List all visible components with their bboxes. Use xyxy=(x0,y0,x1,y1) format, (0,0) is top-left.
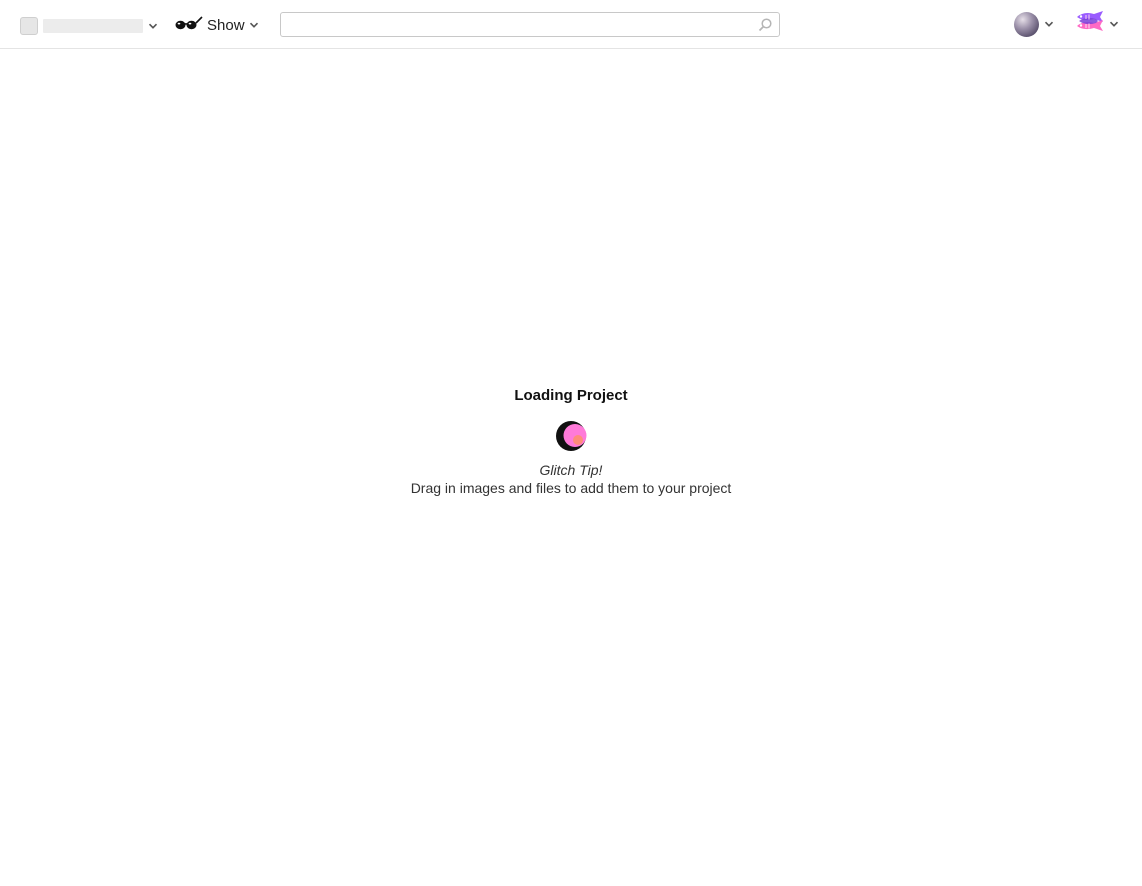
tip-text: Drag in images and files to add them to … xyxy=(410,480,732,496)
project-name-placeholder xyxy=(43,19,143,33)
loading-panel: Loading Project Glitch Tip! Drag in imag… xyxy=(0,386,1142,497)
glitch-menu-button[interactable] xyxy=(1074,9,1120,40)
chevron-down-icon xyxy=(1108,18,1120,30)
search-icon[interactable] xyxy=(757,17,773,38)
user-avatar xyxy=(1014,11,1039,37)
glitch-fish-logo-icon xyxy=(1074,9,1105,40)
chevron-down-icon xyxy=(248,19,260,31)
chevron-down-icon xyxy=(1043,18,1055,30)
loading-moon-icon xyxy=(555,420,587,452)
user-menu-button[interactable] xyxy=(1014,11,1055,37)
sunglasses-icon xyxy=(174,15,203,36)
tip-heading: Glitch Tip! xyxy=(539,462,603,478)
top-bar: Show xyxy=(0,0,1142,49)
search-box xyxy=(280,12,780,37)
project-avatar-icon xyxy=(20,17,38,35)
chevron-down-icon xyxy=(147,20,159,32)
show-button-label: Show xyxy=(207,16,245,34)
show-button[interactable]: Show xyxy=(174,14,260,36)
project-menu-button[interactable] xyxy=(20,16,159,36)
search-input[interactable] xyxy=(281,13,751,36)
loading-title: Loading Project xyxy=(514,387,628,404)
